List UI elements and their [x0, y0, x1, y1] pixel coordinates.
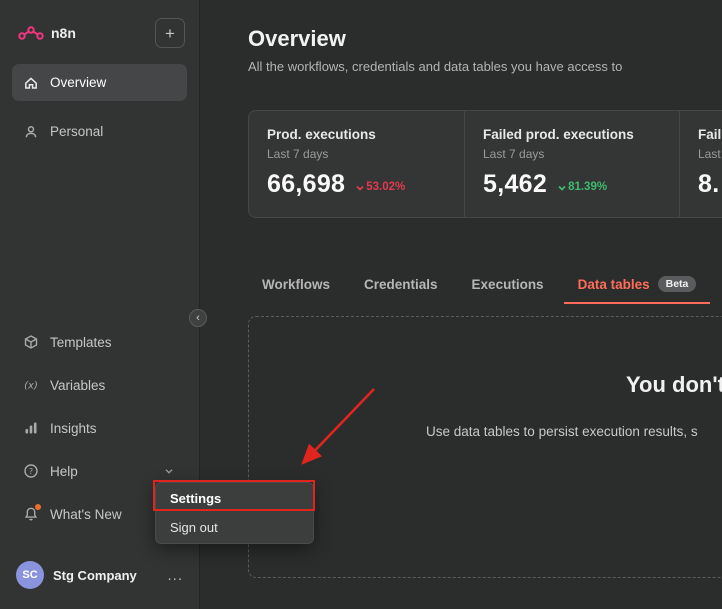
stat-card-prod-executions: Prod. executions Last 7 days 66,698 53.0… [249, 111, 464, 217]
stat-delta: 81.39% [557, 181, 607, 193]
n8n-logo-icon [18, 25, 44, 41]
logo-row: n8n + [0, 0, 199, 64]
tab-executions[interactable]: Executions [458, 276, 558, 304]
help-icon: ? [23, 463, 39, 479]
sidebar-item-insights[interactable]: Insights [12, 410, 187, 446]
stat-card-failed-prod-executions: Failed prod. executions Last 7 days 5,46… [464, 111, 679, 217]
tab-label: Data tables [577, 276, 650, 292]
sidebar-nav: Overview Personal [0, 64, 199, 162]
trend-down-icon [356, 185, 364, 191]
logo-text: n8n [51, 25, 76, 41]
menu-item-settings[interactable]: Settings [156, 484, 313, 513]
stat-value: 66,698 [267, 170, 346, 198]
stat-period: Last 7 days [267, 147, 329, 161]
tab-label: Credentials [364, 276, 438, 292]
page-subtitle: All the workflows, credentials and data … [248, 59, 623, 74]
bar-chart-icon [23, 420, 39, 436]
sidebar-item-label: Help [50, 463, 78, 479]
tabs: Workflows Credentials Executions Data ta… [248, 276, 722, 304]
stat-delta: 53.02% [355, 181, 405, 193]
tab-data-tables[interactable]: Data tables Beta [563, 276, 711, 304]
notification-dot [35, 504, 41, 510]
tab-label: Executions [471, 276, 544, 292]
variables-icon: (x) [23, 377, 39, 393]
sidebar-item-templates[interactable]: Templates [12, 324, 187, 360]
sidebar-item-label: Templates [50, 334, 112, 350]
sidebar-item-label: What's New [50, 506, 122, 522]
sidebar-item-label: Personal [50, 124, 104, 139]
empty-state-heading: You don't h [626, 372, 722, 397]
user-menu[interactable]: SC Stg Company ... [0, 547, 199, 609]
beta-badge: Beta [657, 276, 697, 292]
menu-item-sign-out[interactable]: Sign out [156, 513, 313, 542]
sidebar-item-label: Insights [50, 420, 97, 436]
data-tables-empty-state: You don't h Use data tables to persist e… [248, 316, 722, 578]
tab-workflows[interactable]: Workflows [248, 276, 344, 304]
chevron-down-icon [162, 464, 176, 478]
add-workflow-button[interactable]: + [155, 18, 185, 48]
stat-period: Last [698, 147, 721, 161]
page-title: Overview [248, 26, 346, 51]
stat-period: Last 7 days [483, 147, 545, 161]
stat-title: Failed prod. executions [483, 127, 634, 142]
tab-label: Workflows [262, 276, 331, 292]
user-name: Stg Company [53, 567, 137, 583]
sidebar-item-label: Variables [50, 377, 106, 393]
bell-icon [23, 504, 41, 522]
empty-state-description: Use data tables to persist execution res… [426, 424, 698, 439]
stat-title: Fail [698, 127, 722, 142]
stat-card-failure-rate: Fail Last 8. [679, 111, 722, 217]
stat-title: Prod. executions [267, 127, 376, 142]
stat-value: 5,462 [483, 170, 548, 198]
more-options-button[interactable]: ... [167, 567, 183, 584]
sidebar-item-variables[interactable]: (x) Variables [12, 367, 187, 403]
avatar: SC [16, 561, 44, 589]
tab-credentials[interactable]: Credentials [350, 276, 452, 304]
svg-text:?: ? [29, 467, 33, 476]
app-window: n8n + Overview Personal Templates (x) Va… [0, 0, 722, 609]
collapse-sidebar-button[interactable]: ‹ [189, 309, 207, 327]
stat-value: 8. [698, 170, 720, 198]
svg-text:(x): (x) [24, 381, 38, 392]
sidebar-item-overview[interactable]: Overview [12, 64, 187, 101]
sidebar-item-personal[interactable]: Personal [12, 113, 187, 150]
trend-down-icon [558, 185, 566, 191]
home-icon [23, 75, 39, 91]
sidebar-item-label: Overview [50, 75, 107, 90]
stats-cards: Prod. executions Last 7 days 66,698 53.0… [248, 110, 722, 218]
context-menu: Settings Sign out [155, 482, 314, 544]
person-icon [23, 124, 39, 140]
box-icon [23, 334, 39, 350]
